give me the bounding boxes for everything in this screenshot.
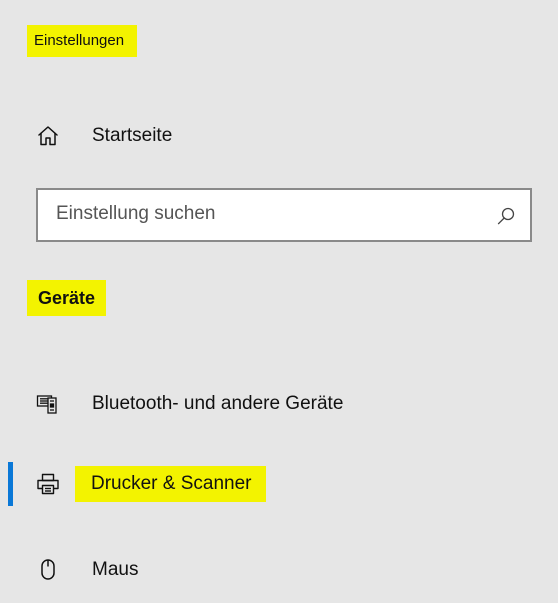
bluetooth-devices-icon	[36, 392, 60, 416]
sidebar-item-bluetooth[interactable]: Bluetooth- und andere Geräte	[0, 380, 558, 428]
sidebar-item-printers[interactable]: Drucker & Scanner	[0, 460, 558, 508]
section-heading: Geräte	[27, 280, 107, 316]
home-icon	[36, 124, 60, 148]
search-input[interactable]: Einstellung suchen	[56, 203, 216, 225]
sidebar-item-label: Maus	[92, 559, 139, 580]
mouse-icon	[36, 558, 60, 582]
window-title: Einstellungen	[27, 25, 138, 57]
sidebar-item-home[interactable]: Startseite	[0, 112, 558, 160]
sidebar-item-label: Drucker & Scanner	[75, 466, 266, 502]
settings-search-box[interactable]: Einstellung suchen	[36, 188, 532, 242]
search-icon[interactable]	[496, 206, 516, 226]
sidebar-item-label: Bluetooth- und andere Geräte	[92, 393, 344, 414]
printer-icon	[36, 472, 60, 496]
sidebar-item-label: Startseite	[92, 125, 173, 146]
sidebar-item-mouse[interactable]: Maus	[0, 546, 558, 594]
